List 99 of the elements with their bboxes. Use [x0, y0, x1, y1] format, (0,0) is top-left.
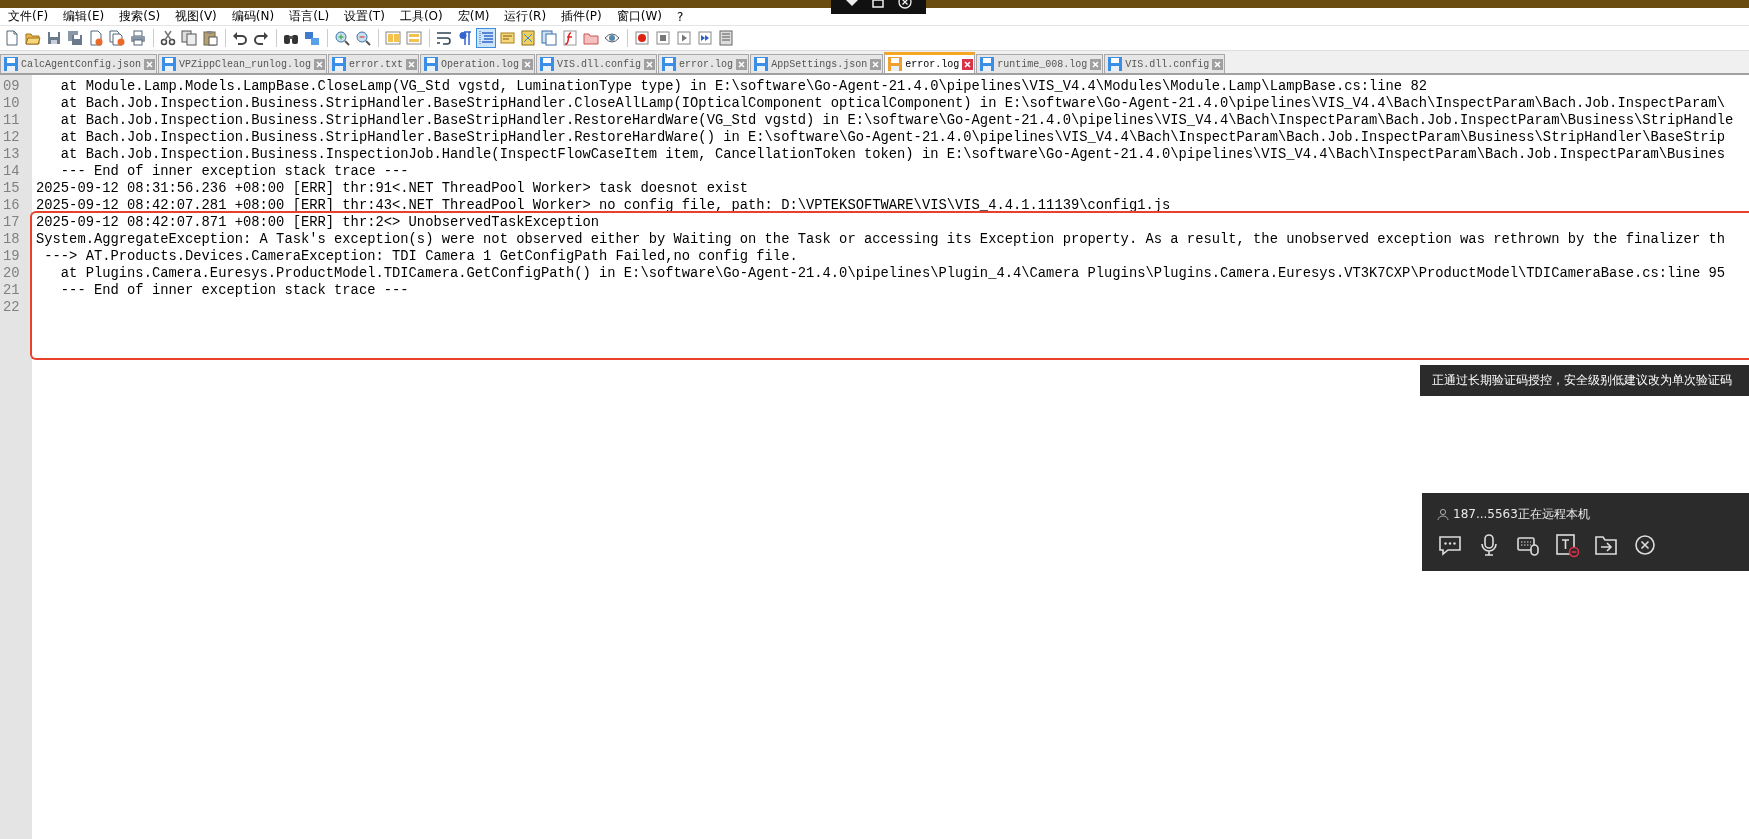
- menu-item[interactable]: 宏(M): [457, 8, 497, 25]
- tab-label: runtime_008.log: [997, 58, 1088, 70]
- indent-guide-icon: [478, 30, 494, 46]
- tab-label: error.log: [905, 58, 960, 70]
- document-map-icon: [520, 30, 536, 46]
- code-line: 2025-09-12 08:42:07.281 +08:00 [ERR] thr:43<.NET ThreadPool Worker> no config file, path: D:\VPTEKSOFTWARE\VIS\VIS_4.4.1.11139\config1.js: [36, 197, 1171, 214]
- tab-label: CalcAgentConfig.json: [21, 58, 142, 70]
- menu-item[interactable]: 语言(L): [289, 8, 337, 25]
- paste-icon: [202, 30, 218, 46]
- line-number: 16: [2, 197, 21, 214]
- line-number: 09: [2, 78, 21, 95]
- code-line: --- End of inner exception stack trace ---: [59, 282, 409, 299]
- file-tab[interactable]: CalcAgentConfig.json: [0, 54, 158, 73]
- person-icon: [1437, 508, 1449, 520]
- save-macro-icon: [718, 30, 734, 46]
- toolbar-button[interactable]: [695, 28, 715, 48]
- menu-item[interactable]: 搜索(S): [119, 8, 168, 25]
- menu-item[interactable]: 文件(F): [8, 8, 56, 25]
- save-all-icon: [67, 30, 83, 46]
- line-number: 12: [2, 129, 21, 146]
- tab-label: Operation.log: [441, 58, 520, 70]
- line-number: 22: [2, 299, 21, 316]
- menu-item[interactable]: 插件(P): [561, 8, 609, 25]
- line-number: 19: [2, 248, 21, 265]
- sync-scroll-vertical-icon: [385, 30, 401, 46]
- code-line: at Bach.Job.Inspection.Business.StripHandler.BaseStripHandler.RestoreHardWare() in E:\software\Go-Agent-21.4.0\pipelines\VIS_V4.4\Bach\InspectParam\Bach.Job.InspectParam\Business\StripHandler\BaseStrip: [59, 129, 1725, 146]
- code-line: at Bach.Job.Inspection.Business.StripHandler.BaseStripHandler.RestoreHardWare(VG_Std vgstd) in E:\software\Go-Agent-21.4.0\pipelines\VIS_V4.4\Bach\InspectParam\Bach.Job.InspectParam\Business\StripHandle: [59, 112, 1734, 129]
- menu-item[interactable]: 窗口(W): [616, 8, 669, 25]
- code-line: at Plugins.Camera.Euresys.ProductModel.TDICamera.GetConfigPath() in E:\software\Go-Agent-21.4.0\pipelines\Plugin_4.4\Camera Plugins\Plugins.Camera.Euresys.VT3K7CXP\ProductModel\TDICameraBase.cs:line 95: [59, 265, 1725, 282]
- menu-item[interactable]: ?: [676, 9, 691, 24]
- toolbar-button[interactable]: [158, 28, 178, 48]
- code-line: at Module.Lamp.Models.LampBase.CloseLamp(VG_Std vgstd, LuminationType type) in E:\software\Go-Agent-21.4.0\pipelines\VIS_V4.4\Modules\Module.Lamp\LampBase.cs:line 82: [59, 78, 1427, 95]
- file-tab[interactable]: VIS.dll.config: [1104, 54, 1226, 73]
- line-number: 15: [2, 180, 21, 197]
- close-icon[interactable]: [1632, 532, 1658, 558]
- file-tab[interactable]: Operation.log: [420, 54, 536, 73]
- file-tab[interactable]: runtime_008.log: [976, 54, 1104, 73]
- zoom-out-icon: [355, 30, 371, 46]
- replace-icon: [304, 30, 320, 46]
- zoom-in-icon: [334, 30, 350, 46]
- line-number: 11: [2, 112, 21, 129]
- menu-item[interactable]: 工具(O): [399, 8, 450, 25]
- code-line: at Bach.Job.Inspection.Business.InspectionJob.Handle(InspectFlowCaseItem item, CancellationToken token) in E:\software\Go-Agent-21.4.0\pipelines\VIS_V4.4\Bach\InspectParam\Bach.Job.InspectParam\Busines: [59, 146, 1725, 163]
- menu-item[interactable]: 运行(R): [504, 8, 554, 25]
- pilcrow-icon: [457, 30, 473, 46]
- file-tab[interactable]: error.txt: [328, 54, 420, 73]
- undo-icon: [232, 30, 248, 46]
- tab-label: VPZippClean_runlog.log: [179, 58, 312, 70]
- tab-label: VIS.dll.config: [1125, 58, 1210, 70]
- text-block-icon[interactable]: [1554, 532, 1580, 558]
- file-tab[interactable]: AppSettings.json: [750, 54, 884, 73]
- line-number: 13: [2, 146, 21, 163]
- eye-icon: [604, 30, 620, 46]
- line-number: 20: [2, 265, 21, 282]
- sync-scroll-horizontal-icon: [406, 30, 422, 46]
- menu-item[interactable]: 设置(T): [344, 8, 392, 25]
- file-tab[interactable]: VIS.dll.config: [536, 54, 658, 73]
- new-file-icon: [4, 30, 20, 46]
- tab-label: AppSettings.json: [771, 58, 868, 70]
- notice-text: 正通过长期验证码授控，安全级别低建议改为单次验证码: [1432, 373, 1732, 388]
- code-line: ---> AT.Products.Devices.CameraException: TDI Camera 1 GetConfigPath Failed,no config file.: [43, 248, 798, 265]
- copy-icon: [181, 30, 197, 46]
- code-line: 2025-09-12 08:42:07.871 +08:00 [ERR] thr:2<> UnobservedTaskException: [36, 214, 599, 231]
- line-number: 21: [2, 282, 21, 299]
- document-list-icon: [541, 30, 557, 46]
- line-number: 17: [2, 214, 21, 231]
- play-icon: [676, 30, 692, 46]
- triangle-icon[interactable]: [845, 0, 858, 8]
- menu-item[interactable]: 视图(V): [175, 8, 224, 25]
- file-tab[interactable]: error.log: [658, 54, 750, 73]
- fast-forward-icon: [697, 30, 713, 46]
- tab-label: VIS.dll.config: [557, 58, 642, 70]
- stop-icon: [655, 30, 671, 46]
- function-list-icon: [562, 30, 578, 46]
- scissors-icon: [160, 30, 176, 46]
- line-number: 14: [2, 163, 21, 180]
- line-number: 10: [2, 95, 21, 112]
- window-icon[interactable]: [871, 0, 884, 8]
- remote-status: 187...5563正在远程本机: [1453, 505, 1590, 523]
- word-wrap-icon: [436, 30, 452, 46]
- code-line: at Bach.Job.Inspection.Business.StripHandler.BaseStripHandler.CloseAllLamp(IOpticalComponent opticalComponent) in E:\software\Go-Agent-21.4.0\pipelines\VIS_V4.4\Bach\InspectParam\Bach.Job.InspectParam\: [59, 95, 1725, 112]
- close-file-icon: [88, 30, 104, 46]
- menu-item[interactable]: 编码(N): [231, 8, 282, 25]
- redo-icon: [253, 30, 269, 46]
- print-icon: [130, 30, 146, 46]
- folder-icon: [583, 30, 599, 46]
- save-icon: [46, 30, 62, 46]
- code-line: --- End of inner exception stack trace ---: [59, 163, 409, 180]
- code-line: System.AggregateException: A Task's exception(s) were not observed either by Waiting on the Task or accessing its Exception property. As a result, the unobserved exception was rethrown by the finalizer th: [36, 231, 1725, 248]
- tab-label: error.txt: [349, 58, 404, 70]
- record-icon: [634, 30, 650, 46]
- file-tab[interactable]: error.log: [884, 52, 976, 73]
- menu-item[interactable]: 编辑(E): [63, 8, 112, 25]
- open-folder-icon: [25, 30, 41, 46]
- line-number: 18: [2, 231, 21, 248]
- code-line: 2025-09-12 08:31:56.236 +08:00 [ERR] thr:91<.NET ThreadPool Worker> task doesnot exist: [36, 180, 749, 197]
- tab-label: error.log: [679, 58, 734, 70]
- file-tab[interactable]: VPZippClean_runlog.log: [158, 54, 328, 73]
- close-all-icon: [109, 30, 125, 46]
